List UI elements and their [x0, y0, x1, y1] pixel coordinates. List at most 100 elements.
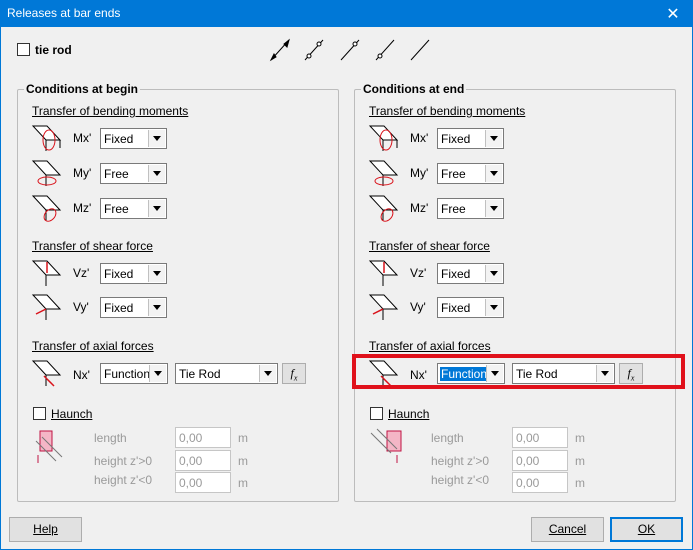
begin-hneg-value: 0,00: [179, 476, 203, 490]
chevron-down-icon[interactable]: [148, 299, 165, 316]
close-icon[interactable]: ✕: [653, 0, 693, 27]
end-length-field[interactable]: 0,00: [512, 427, 568, 448]
begin-my-label: My': [73, 166, 92, 180]
begin-mx-value: Fixed: [104, 132, 134, 146]
end-hneg-value: 0,00: [516, 476, 540, 490]
begin-hneg-field[interactable]: 0,00: [175, 472, 231, 493]
moment-my-icon: [368, 160, 399, 186]
begin-length-label: length: [94, 431, 127, 445]
title-bar: Releases at bar ends ✕: [0, 0, 693, 27]
shear-vz-icon: [368, 260, 399, 286]
end-my-value: Free: [441, 167, 466, 181]
haunch-icon: [370, 428, 402, 463]
chevron-down-icon[interactable]: [149, 365, 166, 382]
begin-haunch-label: Haunch: [51, 407, 93, 421]
chevron-down-icon[interactable]: [148, 265, 165, 282]
begin-nx-function-select[interactable]: Tie Rod: [175, 363, 278, 384]
begin-vy-label: Vy': [73, 300, 89, 314]
moment-mz-icon: [31, 195, 62, 222]
end-vz-value: Fixed: [441, 267, 471, 281]
haunch-icon: [35, 430, 63, 463]
begin-nx-value: Function: [104, 367, 151, 381]
end-hpos-value: 0,00: [516, 454, 540, 468]
chevron-down-icon[interactable]: [148, 165, 165, 182]
begin-mz-value: Free: [104, 202, 129, 216]
end-my-label: My': [410, 166, 429, 180]
chevron-down-icon[interactable]: [485, 265, 502, 282]
begin-hpos-unit: m: [238, 454, 248, 468]
tie-rod-checkbox[interactable]: [17, 43, 30, 56]
ok-button[interactable]: OK: [610, 517, 683, 542]
moment-mz-icon: [368, 195, 399, 222]
chevron-down-icon[interactable]: [485, 130, 502, 147]
help-button[interactable]: Help: [9, 517, 82, 542]
shear-vz-icon: [31, 260, 62, 286]
end-hneg-field[interactable]: 0,00: [512, 472, 568, 493]
begin-shear-title: Transfer of shear force: [32, 239, 153, 253]
end-shear-title: Transfer of shear force: [369, 239, 490, 253]
chevron-down-icon[interactable]: [148, 200, 165, 217]
end-hneg-unit: m: [575, 476, 585, 490]
moment-mx-icon: [31, 125, 62, 151]
chevron-down-icon[interactable]: [485, 200, 502, 217]
tie-rod-label: tie rod: [35, 43, 72, 57]
begin-mx-select[interactable]: Fixed: [100, 128, 167, 149]
bar-hinge-begin-icon: [375, 39, 395, 61]
end-mx-value: Fixed: [441, 132, 471, 146]
bar-hinge-both-icon: [304, 39, 324, 61]
window-title: Releases at bar ends: [7, 6, 121, 20]
end-haunch-checkbox[interactable]: [370, 407, 383, 420]
end-hpos-field[interactable]: 0,00: [512, 450, 568, 471]
conditions-begin-title: Conditions at begin: [24, 82, 140, 96]
end-hpos-unit: m: [575, 454, 585, 468]
end-my-select[interactable]: Free: [437, 163, 504, 184]
bar-type-icons: [269, 38, 430, 62]
end-haunch-label: Haunch: [388, 407, 430, 421]
begin-hneg-unit: m: [238, 476, 248, 490]
begin-vy-select[interactable]: Fixed: [100, 297, 167, 318]
end-hpos-label: height z'>0: [431, 454, 490, 468]
chevron-down-icon[interactable]: [485, 299, 502, 316]
cancel-button[interactable]: Cancel: [531, 517, 604, 542]
bar-both-hinged-icon: [269, 38, 290, 62]
end-mx-label: Mx': [410, 131, 429, 145]
chevron-down-icon[interactable]: [485, 165, 502, 182]
end-length-label: length: [431, 431, 464, 445]
bar-rigid-icon: [410, 39, 430, 61]
highlight-box: [352, 354, 685, 389]
end-mx-select[interactable]: Fixed: [437, 128, 504, 149]
end-vz-label: Vz': [410, 266, 427, 280]
end-vy-value: Fixed: [441, 301, 471, 315]
begin-my-select[interactable]: Free: [100, 163, 167, 184]
begin-nx-select[interactable]: Function: [100, 363, 168, 384]
begin-length-unit: m: [238, 431, 248, 445]
begin-vz-select[interactable]: Fixed: [100, 263, 167, 284]
end-bending-title: Transfer of bending moments: [369, 104, 526, 118]
end-vy-select[interactable]: Fixed: [437, 297, 504, 318]
end-length-unit: m: [575, 431, 585, 445]
begin-hneg-label: height z'<0: [94, 473, 153, 487]
begin-length-field[interactable]: 0,00: [175, 427, 231, 448]
end-hneg-label: height z'<0: [431, 473, 490, 487]
begin-bending-title: Transfer of bending moments: [32, 104, 189, 118]
begin-hpos-label: height z'>0: [94, 454, 153, 468]
end-vy-label: Vy': [410, 300, 426, 314]
end-mz-select[interactable]: Free: [437, 198, 504, 219]
axial-nx-icon: [31, 360, 62, 387]
end-mz-label: Mz': [410, 201, 429, 215]
begin-length-value: 0,00: [179, 431, 203, 445]
chevron-down-icon[interactable]: [259, 365, 276, 382]
begin-hpos-field[interactable]: 0,00: [175, 450, 231, 471]
moment-mx-icon: [368, 125, 399, 151]
begin-haunch-checkbox[interactable]: [33, 407, 46, 420]
shear-vy-icon: [31, 294, 62, 320]
chevron-down-icon[interactable]: [148, 130, 165, 147]
end-vz-select[interactable]: Fixed: [437, 263, 504, 284]
begin-mz-select[interactable]: Free: [100, 198, 167, 219]
end-axial-title: Transfer of axial forces: [369, 339, 491, 353]
bar-hinge-end-icon: [340, 39, 360, 61]
shear-vy-icon: [368, 294, 399, 320]
begin-fx-button[interactable]: fx: [282, 363, 306, 384]
begin-axial-title: Transfer of axial forces: [32, 339, 154, 353]
begin-nx-function-value: Tie Rod: [179, 367, 221, 381]
